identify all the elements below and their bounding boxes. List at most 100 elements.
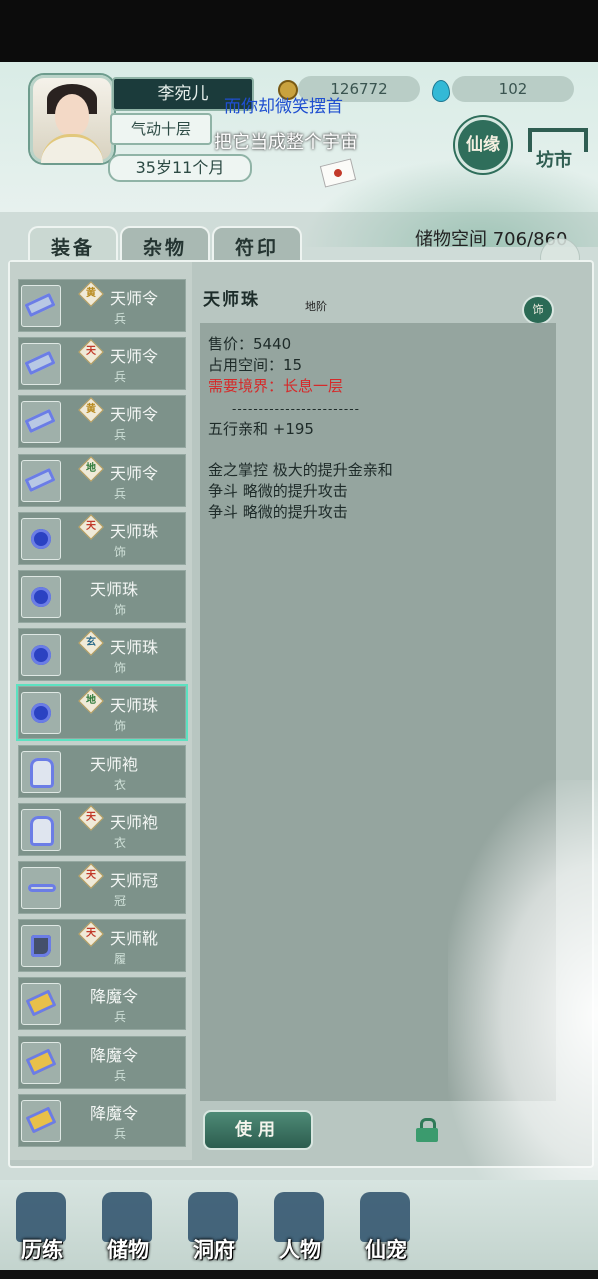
tier-label: 玄: [86, 637, 96, 649]
item-type: 履: [114, 952, 127, 967]
nav-label: 人物: [279, 1238, 321, 1262]
list-item[interactable]: 降魔令兵: [18, 1035, 186, 1089]
tier-label: 地: [86, 462, 96, 474]
status-bar: [0, 0, 598, 62]
item-type: 饰: [114, 544, 127, 559]
detail-effect-1: 金之掌控 极大的提升金亲和: [208, 461, 393, 479]
nav-label: 储物: [107, 1238, 149, 1262]
nav-cave[interactable]: 洞府: [174, 1190, 250, 1270]
list-item[interactable]: 黄 天师令兵: [18, 279, 186, 332]
list-item[interactable]: 天师袍衣: [18, 744, 186, 798]
storage-label: 储物空间: [415, 229, 487, 250]
subtitle-line-2: 把它当成整个宇宙: [214, 132, 358, 153]
item-name: 天师珠: [110, 521, 159, 541]
detail-separator: ------------------------: [232, 402, 360, 416]
tier-badge: 地: [78, 455, 104, 482]
tier-label: 天: [86, 870, 96, 881]
list-item[interactable]: 降魔令兵: [18, 1093, 186, 1147]
list-item[interactable]: 天 天师靴履: [18, 919, 186, 973]
list-item[interactable]: 天 天师令兵: [18, 337, 186, 391]
list-item[interactable]: 天 天师珠饰: [18, 511, 186, 565]
item-type: 冠: [114, 894, 127, 908]
subtitle-line-1: 而你却微笑摆首: [224, 97, 343, 117]
item-type: 兵: [114, 1010, 127, 1025]
orb-icon: [21, 517, 61, 560]
tier-badge: 天: [78, 805, 104, 831]
market-button[interactable]: 坊市: [524, 126, 588, 178]
item-name: 降魔令: [90, 1045, 139, 1065]
orb-icon: [21, 634, 61, 677]
game-screen: 李宛儿 气动十层 35岁11个月 126772 102 而你却微笑摆首 把它当成…: [0, 0, 598, 1279]
tier-badge: 地: [78, 688, 104, 715]
detail-title: 天师珠: [203, 290, 260, 310]
bottom-edge: [0, 1270, 598, 1279]
tier-label: 地: [86, 695, 96, 707]
item-name: 天师令: [110, 463, 159, 483]
gold-icon: [21, 983, 61, 1026]
item-name: 天师珠: [110, 638, 159, 658]
tier-label: 黄: [86, 288, 96, 299]
nav-label: 洞府: [193, 1238, 235, 1262]
item-name: 降魔令: [90, 1103, 139, 1123]
tier-label: 天: [86, 346, 96, 358]
detail-stat: 五行亲和 +195: [208, 420, 314, 438]
tier-badge: 天: [78, 863, 104, 889]
gem-counter: 102: [452, 76, 574, 102]
robe-icon: [21, 808, 61, 851]
item-type: 兵: [114, 312, 127, 326]
gold-icon: [21, 1099, 61, 1142]
list-item[interactable]: 地 天师令兵: [18, 453, 186, 507]
detail-price: 售价：5440: [208, 335, 292, 353]
orb-icon: [21, 576, 61, 618]
list-item[interactable]: 天 天师冠冠: [18, 861, 186, 914]
boot-icon: [21, 925, 61, 968]
item-type: 衣: [114, 777, 127, 792]
nav-storage[interactable]: 储物: [88, 1190, 164, 1270]
list-item[interactable]: 玄 天师珠饰: [18, 628, 186, 682]
item-name: 天师袍: [90, 754, 139, 774]
tier-badge: 天: [78, 339, 104, 365]
detail-effect-3: 争斗 略微的提升攻击: [208, 503, 348, 521]
tier-label: 天: [86, 520, 96, 532]
hat-icon: [21, 867, 61, 909]
tier-label: 天: [86, 928, 96, 940]
item-type: 兵: [114, 1068, 127, 1083]
flag-icon: [21, 459, 61, 502]
item-type: 饰: [114, 661, 127, 676]
slot-badge: 饰: [522, 295, 554, 325]
list-item[interactable]: 降魔令兵: [18, 977, 186, 1031]
tier-label: 天: [86, 811, 96, 823]
list-item[interactable]: 地 天师珠饰: [18, 686, 186, 740]
tier-badge: 天: [78, 514, 104, 540]
detail-space: 占用空间：15: [208, 356, 303, 374]
flag-icon: [21, 401, 61, 444]
avatar[interactable]: [30, 75, 114, 163]
flag-icon: [21, 343, 61, 386]
item-name: 天师冠: [110, 871, 159, 890]
item-name: 天师令: [110, 289, 159, 308]
item-name: 天师珠: [110, 696, 159, 716]
list-item[interactable]: 天师珠饰: [18, 570, 186, 623]
item-type: 兵: [114, 486, 127, 501]
item-type: 饰: [114, 719, 127, 734]
list-item[interactable]: 黄 天师令兵: [18, 395, 186, 449]
player-age: 35岁11个月: [108, 154, 252, 182]
nav-character[interactable]: 人物: [260, 1190, 336, 1270]
item-type: 衣: [114, 835, 127, 850]
item-name: 天师珠: [90, 580, 139, 599]
xianyuan-button[interactable]: 仙缘: [455, 117, 511, 173]
flag-icon: [21, 285, 61, 327]
player-realm: 气动十层: [110, 113, 212, 145]
item-type: 兵: [114, 428, 127, 443]
lock-icon[interactable]: [416, 1118, 438, 1142]
item-name: 天师令: [110, 347, 159, 367]
nav-training[interactable]: 历练: [2, 1190, 78, 1270]
tier-badge: 玄: [78, 630, 104, 656]
list-item[interactable]: 天 天师袍衣: [18, 802, 186, 856]
item-name: 天师令: [110, 405, 159, 425]
tier-badge: 黄: [78, 281, 104, 307]
robe-icon: [21, 750, 61, 793]
gem-icon: [432, 80, 450, 102]
nav-pet[interactable]: 仙宠: [346, 1190, 422, 1270]
use-button[interactable]: 使用: [203, 1110, 313, 1150]
